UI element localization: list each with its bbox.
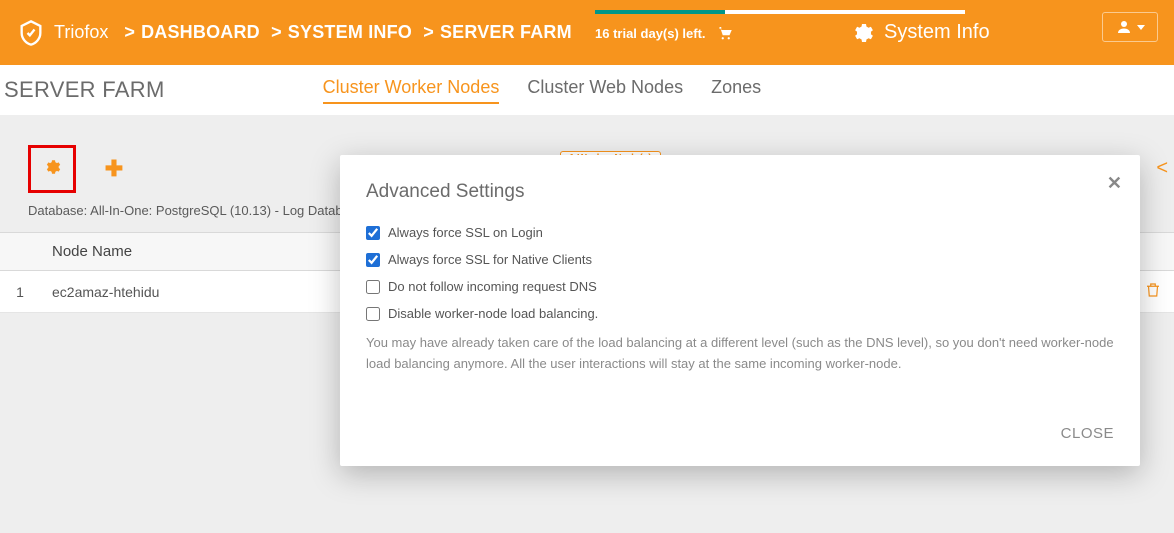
checkbox[interactable] (366, 307, 380, 321)
gear-icon (850, 21, 874, 45)
settings-button[interactable] (28, 145, 76, 193)
option-force-ssl-native[interactable]: Always force SSL for Native Clients (366, 252, 1114, 267)
top-bar: Triofox >DASHBOARD >SYSTEM INFO >SERVER … (0, 0, 1174, 65)
add-button[interactable]: ✚ (90, 145, 138, 193)
tab-cluster-web-nodes[interactable]: Cluster Web Nodes (527, 77, 683, 104)
trial-text: 16 trial day(s) left. (595, 26, 706, 41)
option-label: Disable worker-node load balancing. (388, 306, 598, 321)
row-index: 1 (0, 271, 40, 313)
scroll-right-button[interactable]: < (1156, 157, 1168, 180)
close-button[interactable]: CLOSE (1061, 425, 1114, 442)
sub-header: SERVER FARM Cluster Worker Nodes Cluster… (0, 65, 1174, 115)
crumb-system-info[interactable]: SYSTEM INFO (288, 22, 412, 42)
tab-cluster-worker-nodes[interactable]: Cluster Worker Nodes (323, 77, 500, 104)
brand-name[interactable]: Triofox (54, 22, 108, 43)
checkbox[interactable] (366, 280, 380, 294)
tab-zones[interactable]: Zones (711, 77, 761, 104)
gear-icon (43, 158, 61, 181)
plus-icon: ✚ (105, 156, 123, 182)
tab-bar: Cluster Worker Nodes Cluster Web Nodes Z… (323, 77, 762, 104)
modal-title: Advanced Settings (366, 181, 1114, 203)
option-label: Always force SSL on Login (388, 225, 543, 240)
breadcrumb: >DASHBOARD >SYSTEM INFO >SERVER FARM (118, 22, 572, 43)
brand-logo (16, 18, 46, 48)
col-index (0, 233, 40, 271)
trash-icon (1144, 286, 1162, 302)
system-info-link[interactable]: System Info (850, 0, 990, 65)
crumb-dashboard[interactable]: DASHBOARD (141, 22, 260, 42)
cart-icon[interactable] (716, 24, 734, 42)
system-info-label: System Info (884, 21, 990, 44)
user-icon (1115, 18, 1133, 36)
option-force-ssl-login[interactable]: Always force SSL on Login (366, 225, 1114, 240)
checkbox[interactable] (366, 253, 380, 267)
option-disable-load-balancing[interactable]: Disable worker-node load balancing. (366, 306, 1114, 321)
advanced-settings-modal: ✕ Advanced Settings Always force SSL on … (340, 155, 1140, 466)
option-no-follow-dns[interactable]: Do not follow incoming request DNS (366, 279, 1114, 294)
option-label: Always force SSL for Native Clients (388, 252, 592, 267)
chevron-down-icon (1137, 25, 1145, 30)
crumb-server-farm[interactable]: SERVER FARM (440, 22, 572, 42)
page-title: SERVER FARM (4, 77, 165, 103)
close-icon[interactable]: ✕ (1107, 173, 1122, 194)
option-help-text: You may have already taken care of the l… (366, 333, 1114, 375)
checkbox[interactable] (366, 226, 380, 240)
option-label: Do not follow incoming request DNS (388, 279, 597, 294)
user-menu[interactable] (1102, 12, 1158, 42)
